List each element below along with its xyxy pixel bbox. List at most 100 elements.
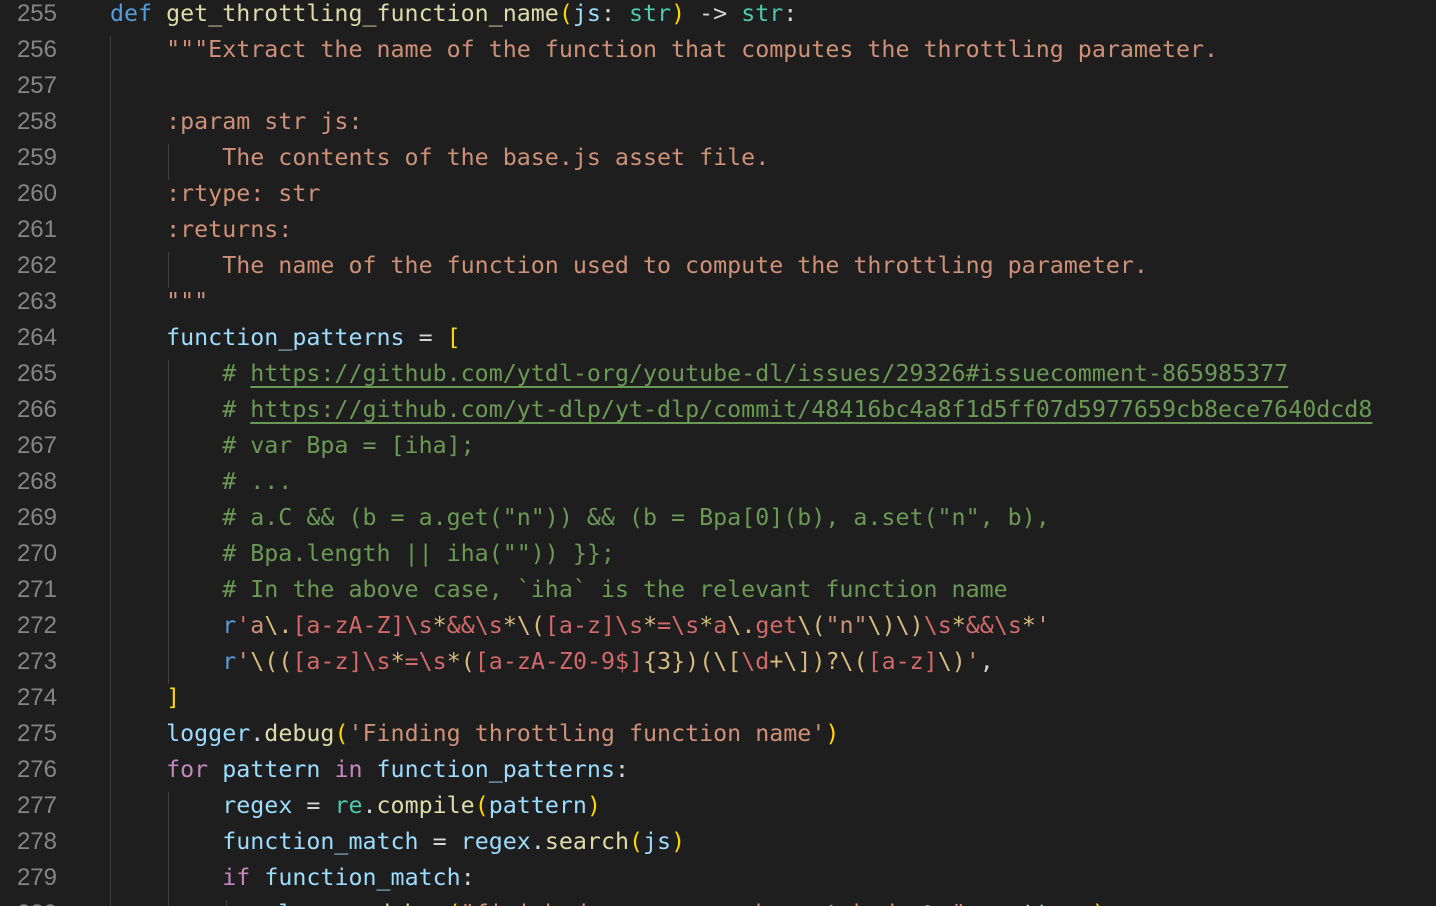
code-token: * — [390, 648, 405, 675]
code-line[interactable]: 279 if function_match: — [0, 860, 1436, 896]
code-token: \s — [993, 612, 1022, 639]
code-line[interactable]: 280 logger.debug("finished regex search,… — [0, 896, 1436, 906]
code-line[interactable]: 257 — [0, 68, 1436, 104]
code-token: \) — [937, 648, 966, 675]
code-line[interactable]: 264 function_patterns = [ — [0, 320, 1436, 356]
code-line[interactable]: 259 The contents of the base.js asset fi… — [0, 140, 1436, 176]
code-token: \s — [418, 648, 447, 675]
code-line[interactable]: 265 # https://github.com/ytdl-org/youtub… — [0, 356, 1436, 392]
code-token: [a-zA-Z] — [292, 612, 405, 639]
code-token: ) — [685, 648, 700, 675]
code-token: function_patterns — [166, 324, 405, 351]
code-token: = — [418, 828, 461, 855]
code-line[interactable]: 276 for pattern in function_patterns: — [0, 752, 1436, 788]
code-line[interactable]: 273 r'\(([a-z]\s*=\s*([a-zA-Z0-9$]{3})(\… — [0, 644, 1436, 680]
code-token: r — [222, 648, 237, 675]
code-token: && — [965, 612, 994, 639]
line-number: 267 — [16, 432, 57, 459]
code-line[interactable]: 278 function_match = regex.search(js) — [0, 824, 1436, 860]
code-token: \s — [671, 612, 700, 639]
code-token: : — [783, 0, 798, 27]
code-line[interactable]: 263 """ — [0, 284, 1436, 320]
code-token: function_patterns — [376, 756, 615, 783]
code-line[interactable]: 262 The name of the function used to com… — [0, 248, 1436, 284]
code-link[interactable]: https://github.com/yt-dlp/yt-dlp/commit/… — [250, 396, 1372, 423]
code-line[interactable]: 271 # In the above case, `iha` is the re… — [0, 572, 1436, 608]
code-token: a — [250, 612, 265, 639]
code-line[interactable]: 274 ] — [0, 680, 1436, 716]
code-token: function_match — [222, 828, 419, 855]
code-token: re — [334, 792, 363, 819]
code-token: . — [530, 828, 545, 855]
code-token: 'Finding throttling function name' — [348, 720, 826, 747]
code-token: [ — [446, 324, 461, 351]
code-token: if — [222, 864, 251, 891]
code-line[interactable]: 260 :rtype: str — [0, 176, 1436, 212]
code-line[interactable]: 277 regex = re.compile(pattern) — [0, 788, 1436, 824]
code-token: = — [404, 648, 419, 675]
code-token: logger — [166, 720, 251, 747]
code-line[interactable]: 258 :param str js: — [0, 104, 1436, 140]
code-text: """Extract the name of the function that… — [110, 32, 1218, 68]
code-text: :param str js: — [110, 104, 362, 140]
code-token: -> — [685, 0, 742, 27]
code-line[interactable]: 261 :returns: — [0, 212, 1436, 248]
code-token: * — [1021, 612, 1036, 639]
code-token: \[ — [713, 648, 742, 675]
code-link[interactable]: https://github.com/ytdl-org/youtube-dl/i… — [250, 360, 1288, 387]
code-token: # Bpa.length || iha("")) }}; — [110, 540, 615, 567]
code-token: \] — [783, 648, 812, 675]
code-text: regex = re.compile(pattern) — [110, 788, 601, 824]
code-token: function_match — [264, 864, 461, 891]
line-number: 265 — [16, 360, 57, 387]
code-line[interactable]: 255 def get_throttling_function_name(js: … — [0, 0, 1436, 32]
code-text: # var Bpa = [iha]; — [110, 428, 475, 464]
line-number: 257 — [16, 72, 57, 99]
code-text: # In the above case, `iha` is the releva… — [110, 572, 1007, 608]
code-token: : — [460, 864, 475, 891]
line-number: 264 — [16, 324, 57, 351]
code-line[interactable]: 272 r'a\.[a-zA-Z]\s*&&\s*\([a-z]\s*=\s*a… — [0, 608, 1436, 644]
code-text: function_patterns = [ — [110, 320, 461, 356]
code-token: ( — [334, 720, 349, 747]
code-token: , — [979, 648, 994, 675]
code-token: : — [600, 0, 629, 27]
code-token: [a-z] — [867, 648, 938, 675]
code-line[interactable]: 270 # Bpa.length || iha("")) }}; — [0, 536, 1436, 572]
code-line[interactable]: 275 logger.debug('Finding throttling fun… — [0, 716, 1436, 752]
code-text: for pattern in function_patterns: — [110, 752, 629, 788]
code-text: :rtype: str — [110, 176, 320, 212]
code-line[interactable]: 267 # var Bpa = [iha]; — [0, 428, 1436, 464]
code-token: \s — [615, 612, 644, 639]
code-text: logger.debug("finished regex search, mat… — [110, 896, 1106, 906]
code-text: """ — [110, 284, 208, 320]
code-token: a — [713, 612, 728, 639]
code-line[interactable]: 268 # ... — [0, 464, 1436, 500]
code-text: # a.C && (b = a.get("n")) && (b = Bpa[0]… — [110, 500, 1050, 536]
code-token: # a.C && (b = a.get("n")) && (b = Bpa[0]… — [110, 504, 1050, 531]
code-token: # var Bpa = [iha]; — [110, 432, 475, 459]
code-token: \)\) — [867, 612, 924, 639]
line-number: 276 — [16, 756, 57, 783]
line-number: 256 — [16, 36, 57, 63]
code-token: \. — [727, 612, 756, 639]
code-token: """Extract the name of the function that… — [110, 36, 1219, 63]
code-token: regex — [222, 792, 293, 819]
line-number: 262 — [16, 252, 57, 279]
code-token: ( — [629, 828, 644, 855]
code-token: [a-z] — [292, 648, 363, 675]
code-token: "finished regex search, matched: %s" — [461, 900, 966, 906]
code-token: ) — [1092, 900, 1106, 906]
line-number: 280 — [0, 896, 57, 906]
code-token: ( — [474, 792, 489, 819]
code-line[interactable]: 266 # https://github.com/yt-dlp/yt-dlp/c… — [0, 392, 1436, 428]
code-line[interactable]: 256 """Extract the name of the function … — [0, 32, 1436, 68]
code-editor[interactable]: 255 def get_throttling_function_name(js: … — [0, 0, 1436, 906]
code-line[interactable]: 269 # a.C && (b = a.get("n")) && (b = Bp… — [0, 500, 1436, 536]
